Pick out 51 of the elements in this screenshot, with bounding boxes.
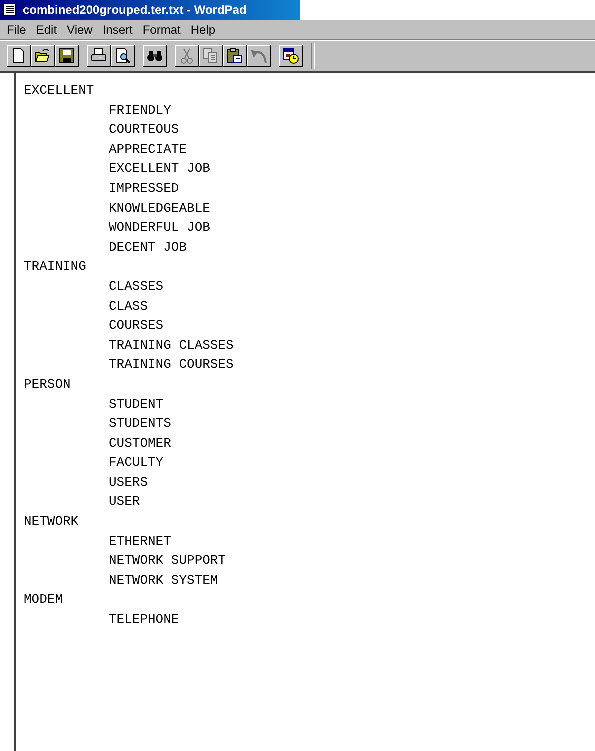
print-preview-icon [114,47,132,65]
text-line: NETWORK SYSTEM [108,572,220,590]
text-line: APPRECIATE [108,140,188,159]
text-line: CUSTOMER [108,434,172,453]
text-line: FRIENDLY [108,102,172,120]
new-button[interactable] [7,45,31,67]
menu-item[interactable]: Help [186,22,221,36]
window-title: combined200grouped.ter.txt - WordPad [23,3,247,17]
text-line: TRAINING [24,258,88,276]
menu-item[interactable]: Insert [98,22,138,36]
text-line: TELEPHONE [108,611,180,630]
menu-item[interactable]: Format [138,22,186,36]
preview-button[interactable] [111,45,135,67]
clipboard-icon [226,47,244,65]
text-line: MODEM [24,591,64,610]
text-line: STUDENTS [108,415,172,434]
text-line: COURTEOUS [108,121,180,140]
folder-icon [34,47,52,65]
text-line: FACULTY [108,454,165,472]
open-button[interactable] [31,45,55,67]
text-line: CLASSES [108,278,165,296]
text-line: CLASS [108,298,150,316]
text-line: COURSES [108,317,165,336]
text-line: DECENT JOB [108,238,188,257]
text-line: USER [108,493,142,512]
find-button[interactable] [143,45,167,67]
text-line: ETHERNET [108,532,172,551]
menu-item[interactable]: Edit [31,22,62,36]
undo-arrow-icon [250,47,268,65]
document-icon[interactable] [3,3,17,17]
scissors-icon [178,47,196,65]
text-line: NETWORK [24,513,80,532]
text-line: KNOWLEDGEABLE [108,200,212,218]
menu-item[interactable]: File [2,22,32,36]
text-line: STUDENT [108,396,165,414]
text-line: IMPRESSED [108,180,180,198]
print-button[interactable] [87,45,111,67]
menu-item[interactable]: View [62,22,98,36]
paste-button[interactable] [223,45,247,67]
text-line: EXCELLENT JOB [108,160,212,178]
text-line: WONDERFUL JOB [108,219,212,238]
text-line: NETWORK SUPPORT [108,552,228,570]
save-button[interactable] [55,45,79,67]
text-line: TRAINING COURSES [108,356,235,374]
text-line: EXCELLENT [24,82,96,100]
datetime-button[interactable] [279,45,303,67]
text-line: TRAINING CLASSES [108,336,235,355]
copy-icon [202,47,220,65]
calendar-clock-icon [282,47,300,65]
text-line: USERS [108,474,150,492]
text-line: PERSON [24,376,72,394]
